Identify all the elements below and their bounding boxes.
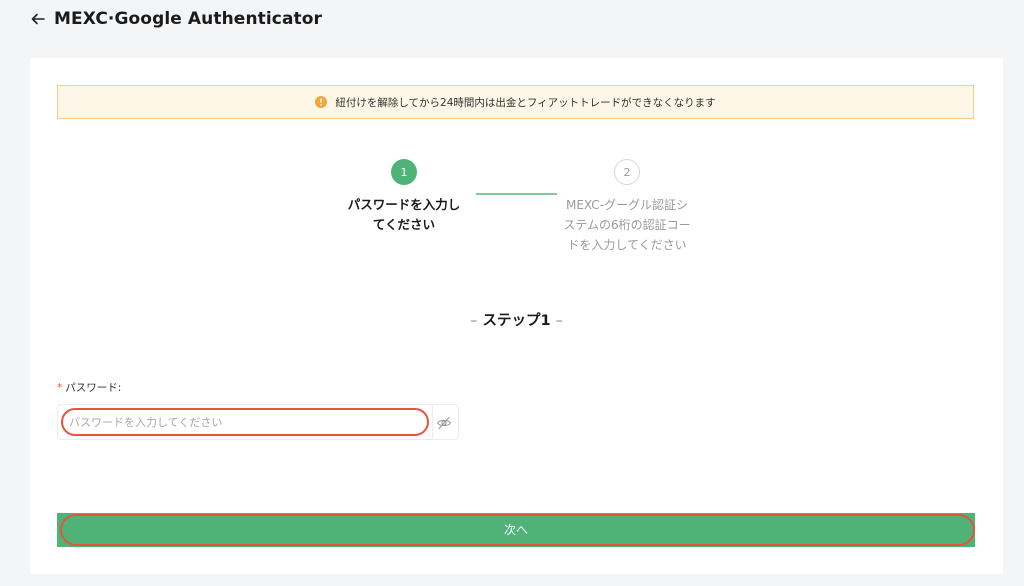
info-circle-icon bbox=[315, 96, 328, 108]
password-label: * パスワード: bbox=[57, 380, 121, 395]
next-button[interactable]: 次へ bbox=[57, 513, 975, 547]
step-2-label: MEXC-グーグル認証システムの6桁の認証コードを入力してください bbox=[563, 198, 691, 252]
password-label-text: パスワード: bbox=[65, 382, 122, 394]
step-heading-dash-left: – bbox=[470, 313, 478, 329]
step-1-label: パスワードを入力してください bbox=[347, 197, 461, 232]
next-button-label: 次へ bbox=[503, 523, 528, 537]
unbind-card: 紐付けを解除してから24時間内は出金とフィアットトレードができなくなります 1 … bbox=[30, 58, 1003, 574]
step-heading: – ステップ1 – bbox=[30, 309, 1003, 330]
required-mark: * bbox=[57, 382, 63, 394]
step-2: 2 MEXC-グーグル認証システムの6桁の認証コードを入力してください bbox=[557, 159, 697, 255]
page-header: MEXC·Google Authenticator bbox=[30, 6, 322, 32]
step-1: 1 パスワードを入力してください bbox=[332, 159, 476, 235]
page-title: MEXC·Google Authenticator bbox=[54, 9, 323, 29]
step-connector bbox=[476, 193, 557, 195]
step-heading-dash-right: – bbox=[555, 313, 563, 329]
arrow-left-icon[interactable] bbox=[30, 11, 46, 27]
step-2-number: 2 bbox=[614, 159, 640, 185]
password-input[interactable] bbox=[61, 408, 429, 436]
password-field bbox=[57, 404, 459, 440]
step-1-number: 1 bbox=[391, 159, 417, 185]
warning-text: 紐付けを解除してから24時間内は出金とフィアットトレードができなくなります bbox=[335, 96, 716, 109]
warning-banner: 紐付けを解除してから24時間内は出金とフィアットトレードができなくなります bbox=[57, 85, 974, 119]
eye-off-icon[interactable] bbox=[436, 415, 452, 431]
step-heading-text: ステップ1 bbox=[482, 313, 551, 329]
field-divider bbox=[432, 405, 433, 439]
